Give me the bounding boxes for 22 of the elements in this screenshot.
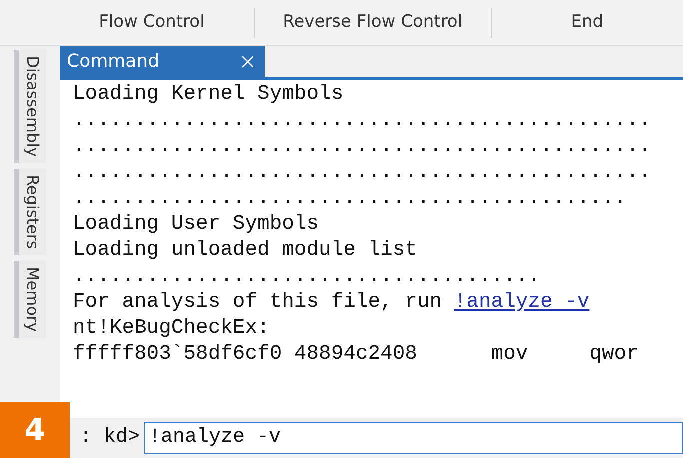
output-line: ............................................. [73,186,628,212]
command-input[interactable]: !analyze -v [144,422,683,454]
output-line: ...................................... [73,264,542,290]
side-tab[interactable]: Disassembly [14,50,46,164]
output-line: Loading Kernel Symbols [73,82,345,108]
output-line: nt!KeBugCheckEx: [73,316,271,342]
toolbar-group-label[interactable]: End [571,10,604,36]
toolbar-group-label[interactable]: Reverse Flow Control [283,10,463,36]
output-line: ............................................... [73,134,652,160]
output-line: For analysis of this file, run !analyze -v [73,290,591,316]
output-line: Loading User Symbols [73,212,320,238]
side-tab[interactable]: Memory [14,261,46,338]
toolbar-group-label[interactable]: Flow Control [99,10,205,36]
prompt-label: : kd> [80,425,140,451]
analyze-link[interactable]: !analyze -v [454,291,590,314]
side-tab[interactable]: Registers [14,169,46,256]
output-line: ............................................... [73,108,652,134]
output-line: fffff803`58df6cf0 48894c2408 mov qwor [73,342,640,368]
command-tab[interactable]: Command [60,46,265,77]
output-line: ............................................... [73,160,652,186]
output-line: Loading unloaded module list [73,238,418,264]
figure-number-badge: 4 [0,402,70,458]
